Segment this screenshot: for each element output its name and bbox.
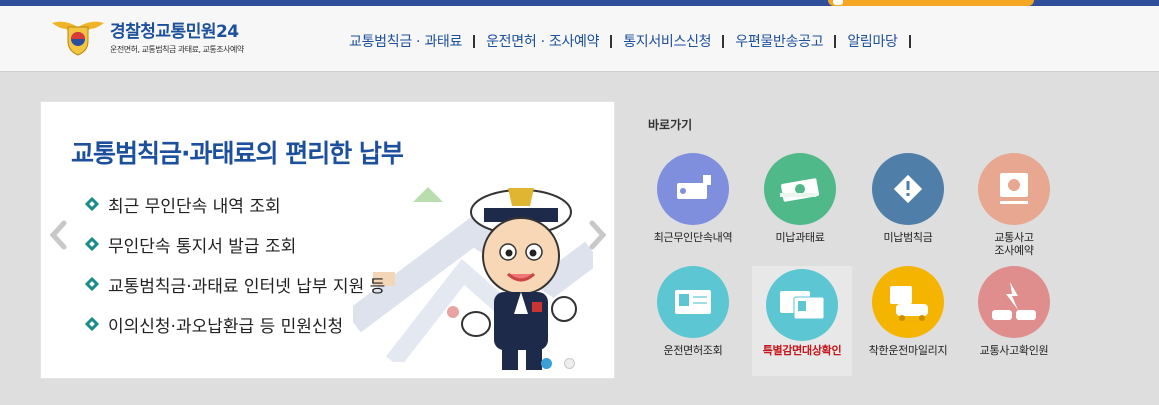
police-mascot-illustration	[461, 188, 577, 370]
shortcut-circle	[978, 153, 1050, 225]
money-icon	[780, 178, 819, 202]
shortcut-license-lookup[interactable]: 운전면허조회	[643, 266, 743, 376]
prev-slide-button[interactable]	[49, 220, 69, 250]
shortcut-circle	[872, 153, 944, 225]
mileage-car-icon	[890, 286, 928, 321]
slide-indicator-2[interactable]	[564, 358, 575, 369]
list-item[interactable]: 교통범칙금·과태료 인터넷 납부 지원 등	[86, 264, 385, 304]
shortcut-circle	[872, 266, 944, 338]
shortcut-special-reduction[interactable]: 특별감면대상확인	[752, 266, 852, 376]
shortcut-label: 미납과태료	[775, 231, 825, 244]
shortcut-label: 교통사고확인원	[979, 344, 1049, 357]
documents-icon	[780, 291, 825, 320]
camera-icon	[677, 175, 711, 199]
shortcut-label: 교통사고 조사예약	[994, 231, 1034, 257]
nav-returned-mail[interactable]: 우편물반송공고	[724, 31, 834, 51]
main-navigation: 교통범칙금 · 과태료 운전면허 · 조사예약 통지서비스신청 우편물반송공고 …	[338, 30, 911, 52]
nav-notification-service[interactable]: 통지서비스신청	[612, 31, 722, 51]
logo-subtitle: 운전면허, 교통범칙금 과태료, 교통조사예약	[110, 45, 244, 54]
police-emblem-icon	[52, 21, 104, 56]
shortcut-unpaid-fines[interactable]: 미납과태료	[750, 153, 850, 263]
list-item[interactable]: 무인단속 통지서 발급 조회	[86, 224, 385, 264]
list-item[interactable]: 이의신청·과오납환급 등 민원신청	[86, 304, 385, 344]
next-slide-button[interactable]	[587, 220, 607, 250]
shortcut-safe-driving-mileage[interactable]: 착한운전마일리지	[858, 266, 958, 376]
warning-icon	[893, 174, 923, 204]
utility-icon	[833, 0, 843, 5]
crash-icon	[992, 282, 1036, 320]
shortcut-accident-reservation[interactable]: 교통사고 조사예약	[964, 153, 1064, 263]
banner-feature-list: 최근 무인단속 내역 조회 무인단속 통지서 발급 조회 교통범칙금·과태료 인…	[86, 184, 385, 344]
bullet-diamond-icon	[86, 238, 98, 250]
site-logo[interactable]: 경찰청교통민원24 운전면허, 교통범칙금 과태료, 교통조사예약	[50, 17, 290, 61]
shortcut-label: 특별감면대상확인	[762, 344, 842, 357]
shortcut-circle	[764, 153, 836, 225]
shortcut-recent-enforcement[interactable]: 최근무인단속내역	[643, 153, 743, 263]
nav-divider	[908, 34, 911, 48]
slide-indicator-1[interactable]	[541, 358, 552, 369]
bullet-diamond-icon	[86, 198, 98, 210]
shortcut-label: 운전면허조회	[663, 344, 723, 357]
header: 경찰청교통민원24 운전면허, 교통범칙금 과태료, 교통조사예약 교통범칙금 …	[0, 6, 1159, 72]
shortcut-circle	[657, 266, 729, 338]
shortcut-unpaid-penalties[interactable]: 미납범칙금	[858, 153, 958, 263]
shortcut-circle	[978, 266, 1050, 338]
nav-notices[interactable]: 알림마당	[836, 31, 908, 51]
license-card-icon	[675, 290, 711, 314]
nav-fines-penalties[interactable]: 교통범칙금 · 과태료	[338, 31, 473, 51]
monitor-icon	[1000, 173, 1028, 204]
shortcut-circle	[657, 153, 729, 225]
shortcut-label: 착한운전마일리지	[868, 344, 948, 357]
shortcut-circle	[766, 269, 838, 341]
nav-license-reservation[interactable]: 운전면허 · 조사예약	[475, 31, 610, 51]
list-item[interactable]: 최근 무인단속 내역 조회	[86, 184, 385, 224]
banner-title: 교통범칙금·과태료의 편리한 납부	[71, 139, 404, 168]
bullet-diamond-icon	[86, 318, 98, 330]
main-banner-slider: 교통범칙금·과태료의 편리한 납부 최근 무인단속 내역 조회 무인단속 통지서…	[40, 101, 615, 379]
logo-title: 경찰청교통민원24	[110, 22, 239, 42]
shortcut-label: 미납범칙금	[883, 231, 933, 244]
shortcuts-title: 바로가기	[648, 118, 693, 132]
bullet-diamond-icon	[86, 278, 98, 290]
shortcut-accident-certificate[interactable]: 교통사고확인원	[964, 266, 1064, 376]
shortcut-label: 최근무인단속내역	[653, 231, 733, 244]
